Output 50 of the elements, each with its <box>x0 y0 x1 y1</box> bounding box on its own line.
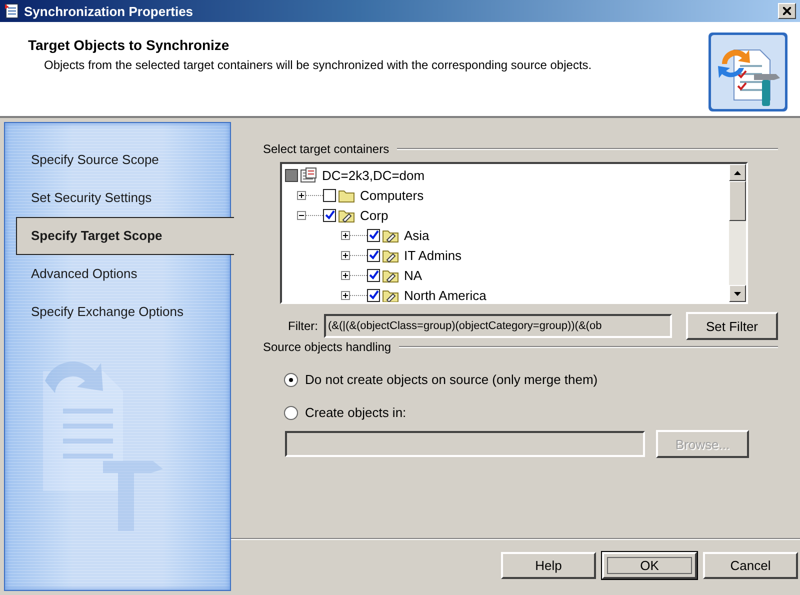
radio-label[interactable]: Do not create objects on source (only merge them) <box>305 372 598 387</box>
sidebar-item[interactable]: Specify Target Scope <box>16 217 234 255</box>
expand-icon[interactable] <box>297 190 306 200</box>
radio-label[interactable]: Create objects in: <box>305 405 406 420</box>
expand-icon[interactable] <box>341 290 350 300</box>
tree-item[interactable]: Asia <box>404 228 430 242</box>
tree-item[interactable]: North America <box>404 288 486 302</box>
up-arrow-icon <box>734 170 741 174</box>
group-label: Select target containers <box>263 142 390 156</box>
checkbox[interactable] <box>323 188 336 202</box>
down-arrow-icon <box>734 292 741 296</box>
dialog-button[interactable]: OK <box>602 552 697 579</box>
tree-item[interactable]: Corp <box>360 208 388 222</box>
collapse-icon[interactable] <box>297 210 306 220</box>
tree-item[interactable]: DC=2k3,DC=dom <box>322 168 425 182</box>
dialog-button[interactable]: Cancel <box>703 552 798 579</box>
page-description: Objects from the selected target containers will be synchronized with the corresponding source objects. <box>43 57 593 73</box>
checkbox[interactable] <box>367 288 380 302</box>
radio-button[interactable] <box>284 406 298 420</box>
set-filter-button[interactable]: Set Filter <box>686 312 778 340</box>
page-title: Target Objects to Synchronize <box>28 37 230 53</box>
document-icon <box>4 3 20 19</box>
expand-icon[interactable] <box>341 270 350 280</box>
checkbox[interactable] <box>323 208 336 222</box>
close-icon <box>783 7 791 15</box>
radio-button[interactable] <box>284 372 298 386</box>
expand-icon[interactable] <box>341 230 350 240</box>
scroll-bar[interactable] <box>729 164 746 302</box>
dialog-button[interactable]: Help <box>501 552 596 579</box>
close-button[interactable] <box>778 3 796 19</box>
checkbox[interactable] <box>367 228 380 242</box>
filter-field[interactable]: (&(|(&(objectClass=group)(objectCategory=group))(&(ob <box>324 314 672 338</box>
sidebar-item[interactable]: Specify Exchange Options <box>5 293 230 331</box>
checkbox[interactable] <box>367 248 380 262</box>
sidebar-item[interactable]: Specify Source Scope <box>5 141 230 179</box>
checkbox[interactable] <box>367 268 380 282</box>
expand-icon[interactable] <box>341 250 350 260</box>
tree-item[interactable]: NA <box>404 268 422 282</box>
sync-tools-icon <box>708 32 788 112</box>
sidebar-item[interactable]: Set Security Settings <box>5 179 230 217</box>
tree-item[interactable]: Computers <box>360 188 424 202</box>
checkbox[interactable] <box>285 168 298 182</box>
filter-label: Filter: <box>288 319 318 333</box>
check-icon <box>324 210 334 220</box>
window-title: Synchronization Properties <box>24 4 194 18</box>
group-label: Source objects handling <box>263 340 392 354</box>
scroll-thumb[interactable] <box>729 181 746 221</box>
server-icon <box>300 167 317 183</box>
tree-item[interactable]: IT Admins <box>404 248 462 262</box>
sidebar-item[interactable]: Advanced Options <box>5 255 230 293</box>
